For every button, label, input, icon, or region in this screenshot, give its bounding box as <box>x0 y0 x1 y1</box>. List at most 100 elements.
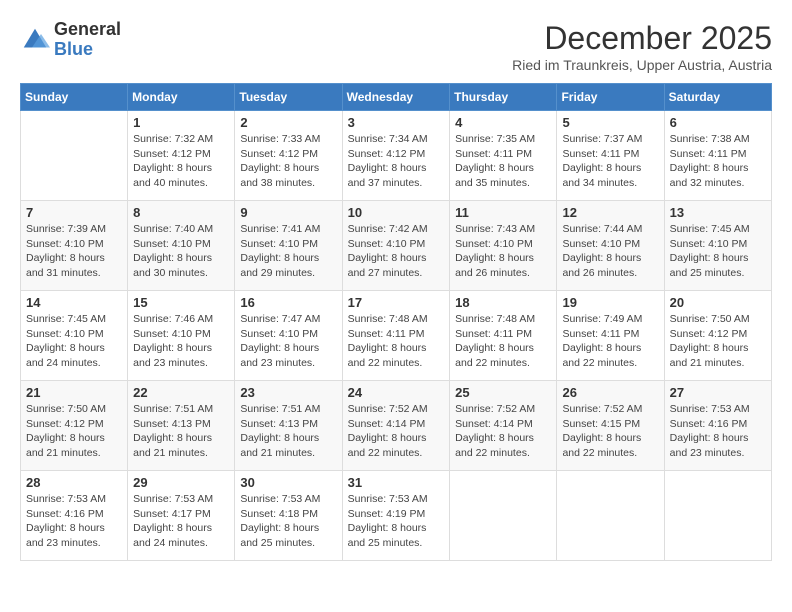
day-number: 10 <box>348 205 445 220</box>
day-info: Sunrise: 7:52 AM Sunset: 4:15 PM Dayligh… <box>562 402 658 461</box>
calendar-cell: 24 Sunrise: 7:52 AM Sunset: 4:14 PM Dayli… <box>342 381 450 471</box>
calendar-cell: 29 Sunrise: 7:53 AM Sunset: 4:17 PM Dayli… <box>128 471 235 561</box>
day-info: Sunrise: 7:51 AM Sunset: 4:13 PM Dayligh… <box>133 402 229 461</box>
calendar-cell: 21 Sunrise: 7:50 AM Sunset: 4:12 PM Dayli… <box>21 381 128 471</box>
calendar-cell: 13Sunrise: 7:45 AM Sunset: 4:10 PM Dayli… <box>664 201 771 291</box>
calendar-cell: 12 Sunrise: 7:44 AM Sunset: 4:10 PM Dayli… <box>557 201 664 291</box>
day-info: Sunrise: 7:39 AM Sunset: 4:10 PM Dayligh… <box>26 222 122 281</box>
calendar-cell: 18 Sunrise: 7:48 AM Sunset: 4:11 PM Dayli… <box>450 291 557 381</box>
column-header-thursday: Thursday <box>450 84 557 111</box>
calendar-week-5: 28Sunrise: 7:53 AM Sunset: 4:16 PM Dayli… <box>21 471 772 561</box>
day-info: Sunrise: 7:50 AM Sunset: 4:12 PM Dayligh… <box>670 312 766 371</box>
calendar-body: 1 Sunrise: 7:32 AM Sunset: 4:12 PM Daylig… <box>21 111 772 561</box>
day-info: Sunrise: 7:35 AM Sunset: 4:11 PM Dayligh… <box>455 132 551 191</box>
day-number: 17 <box>348 295 445 310</box>
calendar-cell: 20 Sunrise: 7:50 AM Sunset: 4:12 PM Dayli… <box>664 291 771 381</box>
logo: General Blue <box>20 20 121 60</box>
column-header-monday: Monday <box>128 84 235 111</box>
day-number: 23 <box>240 385 336 400</box>
title-section: December 2025 Ried im Traunkreis, Upper … <box>512 20 772 73</box>
day-info: Sunrise: 7:44 AM Sunset: 4:10 PM Dayligh… <box>562 222 658 281</box>
day-number: 30 <box>240 475 336 490</box>
calendar-cell: 2 Sunrise: 7:33 AM Sunset: 4:12 PM Daylig… <box>235 111 342 201</box>
day-number: 7 <box>26 205 122 220</box>
day-number: 25 <box>455 385 551 400</box>
day-number: 6 <box>670 115 766 130</box>
day-info: Sunrise: 7:45 AM Sunset: 4:10 PM Dayligh… <box>670 222 766 281</box>
day-number: 4 <box>455 115 551 130</box>
day-number: 19 <box>562 295 658 310</box>
day-info: Sunrise: 7:46 AM Sunset: 4:10 PM Dayligh… <box>133 312 229 371</box>
calendar-cell <box>557 471 664 561</box>
day-info: Sunrise: 7:41 AM Sunset: 4:10 PM Dayligh… <box>240 222 336 281</box>
day-info: Sunrise: 7:38 AM Sunset: 4:11 PM Dayligh… <box>670 132 766 191</box>
calendar-cell: 15 Sunrise: 7:46 AM Sunset: 4:10 PM Dayli… <box>128 291 235 381</box>
calendar-week-1: 1 Sunrise: 7:32 AM Sunset: 4:12 PM Daylig… <box>21 111 772 201</box>
calendar-cell: 9 Sunrise: 7:41 AM Sunset: 4:10 PM Daylig… <box>235 201 342 291</box>
day-info: Sunrise: 7:33 AM Sunset: 4:12 PM Dayligh… <box>240 132 336 191</box>
calendar-week-2: 7 Sunrise: 7:39 AM Sunset: 4:10 PM Daylig… <box>21 201 772 291</box>
calendar-cell: 4 Sunrise: 7:35 AM Sunset: 4:11 PM Daylig… <box>450 111 557 201</box>
calendar: SundayMondayTuesdayWednesdayThursdayFrid… <box>20 83 772 561</box>
calendar-cell: 3Sunrise: 7:34 AM Sunset: 4:12 PM Daylig… <box>342 111 450 201</box>
day-info: Sunrise: 7:52 AM Sunset: 4:14 PM Dayligh… <box>348 402 445 461</box>
day-number: 28 <box>26 475 122 490</box>
day-info: Sunrise: 7:53 AM Sunset: 4:16 PM Dayligh… <box>670 402 766 461</box>
month-title: December 2025 <box>512 20 772 57</box>
day-info: Sunrise: 7:52 AM Sunset: 4:14 PM Dayligh… <box>455 402 551 461</box>
calendar-cell: 1 Sunrise: 7:32 AM Sunset: 4:12 PM Daylig… <box>128 111 235 201</box>
calendar-cell: 22 Sunrise: 7:51 AM Sunset: 4:13 PM Dayli… <box>128 381 235 471</box>
day-number: 21 <box>26 385 122 400</box>
day-number: 12 <box>562 205 658 220</box>
calendar-cell <box>21 111 128 201</box>
day-number: 15 <box>133 295 229 310</box>
calendar-cell: 6 Sunrise: 7:38 AM Sunset: 4:11 PM Daylig… <box>664 111 771 201</box>
calendar-cell: 31Sunrise: 7:53 AM Sunset: 4:19 PM Dayli… <box>342 471 450 561</box>
calendar-header-row: SundayMondayTuesdayWednesdayThursdayFrid… <box>21 84 772 111</box>
day-number: 1 <box>133 115 229 130</box>
day-number: 24 <box>348 385 445 400</box>
day-number: 5 <box>562 115 658 130</box>
calendar-cell: 28Sunrise: 7:53 AM Sunset: 4:16 PM Dayli… <box>21 471 128 561</box>
day-info: Sunrise: 7:53 AM Sunset: 4:19 PM Dayligh… <box>348 492 445 551</box>
calendar-cell: 8Sunrise: 7:40 AM Sunset: 4:10 PM Daylig… <box>128 201 235 291</box>
day-number: 20 <box>670 295 766 310</box>
calendar-cell: 23 Sunrise: 7:51 AM Sunset: 4:13 PM Dayli… <box>235 381 342 471</box>
day-number: 9 <box>240 205 336 220</box>
calendar-cell <box>664 471 771 561</box>
day-number: 29 <box>133 475 229 490</box>
day-number: 3 <box>348 115 445 130</box>
calendar-cell: 19 Sunrise: 7:49 AM Sunset: 4:11 PM Dayli… <box>557 291 664 381</box>
calendar-cell <box>450 471 557 561</box>
day-number: 14 <box>26 295 122 310</box>
logo-icon <box>20 25 50 55</box>
day-info: Sunrise: 7:51 AM Sunset: 4:13 PM Dayligh… <box>240 402 336 461</box>
day-number: 11 <box>455 205 551 220</box>
day-number: 2 <box>240 115 336 130</box>
calendar-cell: 26Sunrise: 7:52 AM Sunset: 4:15 PM Dayli… <box>557 381 664 471</box>
column-header-wednesday: Wednesday <box>342 84 450 111</box>
logo-blue-text: Blue <box>54 40 121 60</box>
day-info: Sunrise: 7:53 AM Sunset: 4:17 PM Dayligh… <box>133 492 229 551</box>
calendar-cell: 25 Sunrise: 7:52 AM Sunset: 4:14 PM Dayli… <box>450 381 557 471</box>
day-number: 8 <box>133 205 229 220</box>
day-info: Sunrise: 7:49 AM Sunset: 4:11 PM Dayligh… <box>562 312 658 371</box>
calendar-cell: 5 Sunrise: 7:37 AM Sunset: 4:11 PM Daylig… <box>557 111 664 201</box>
calendar-week-3: 14Sunrise: 7:45 AM Sunset: 4:10 PM Dayli… <box>21 291 772 381</box>
day-info: Sunrise: 7:50 AM Sunset: 4:12 PM Dayligh… <box>26 402 122 461</box>
column-header-friday: Friday <box>557 84 664 111</box>
day-number: 18 <box>455 295 551 310</box>
day-number: 22 <box>133 385 229 400</box>
day-info: Sunrise: 7:48 AM Sunset: 4:11 PM Dayligh… <box>455 312 551 371</box>
day-info: Sunrise: 7:48 AM Sunset: 4:11 PM Dayligh… <box>348 312 445 371</box>
logo-general-text: General <box>54 20 121 40</box>
column-header-saturday: Saturday <box>664 84 771 111</box>
calendar-cell: 14Sunrise: 7:45 AM Sunset: 4:10 PM Dayli… <box>21 291 128 381</box>
calendar-cell: 30 Sunrise: 7:53 AM Sunset: 4:18 PM Dayli… <box>235 471 342 561</box>
day-info: Sunrise: 7:53 AM Sunset: 4:18 PM Dayligh… <box>240 492 336 551</box>
calendar-cell: 10Sunrise: 7:42 AM Sunset: 4:10 PM Dayli… <box>342 201 450 291</box>
day-number: 16 <box>240 295 336 310</box>
day-info: Sunrise: 7:47 AM Sunset: 4:10 PM Dayligh… <box>240 312 336 371</box>
day-info: Sunrise: 7:32 AM Sunset: 4:12 PM Dayligh… <box>133 132 229 191</box>
day-info: Sunrise: 7:37 AM Sunset: 4:11 PM Dayligh… <box>562 132 658 191</box>
